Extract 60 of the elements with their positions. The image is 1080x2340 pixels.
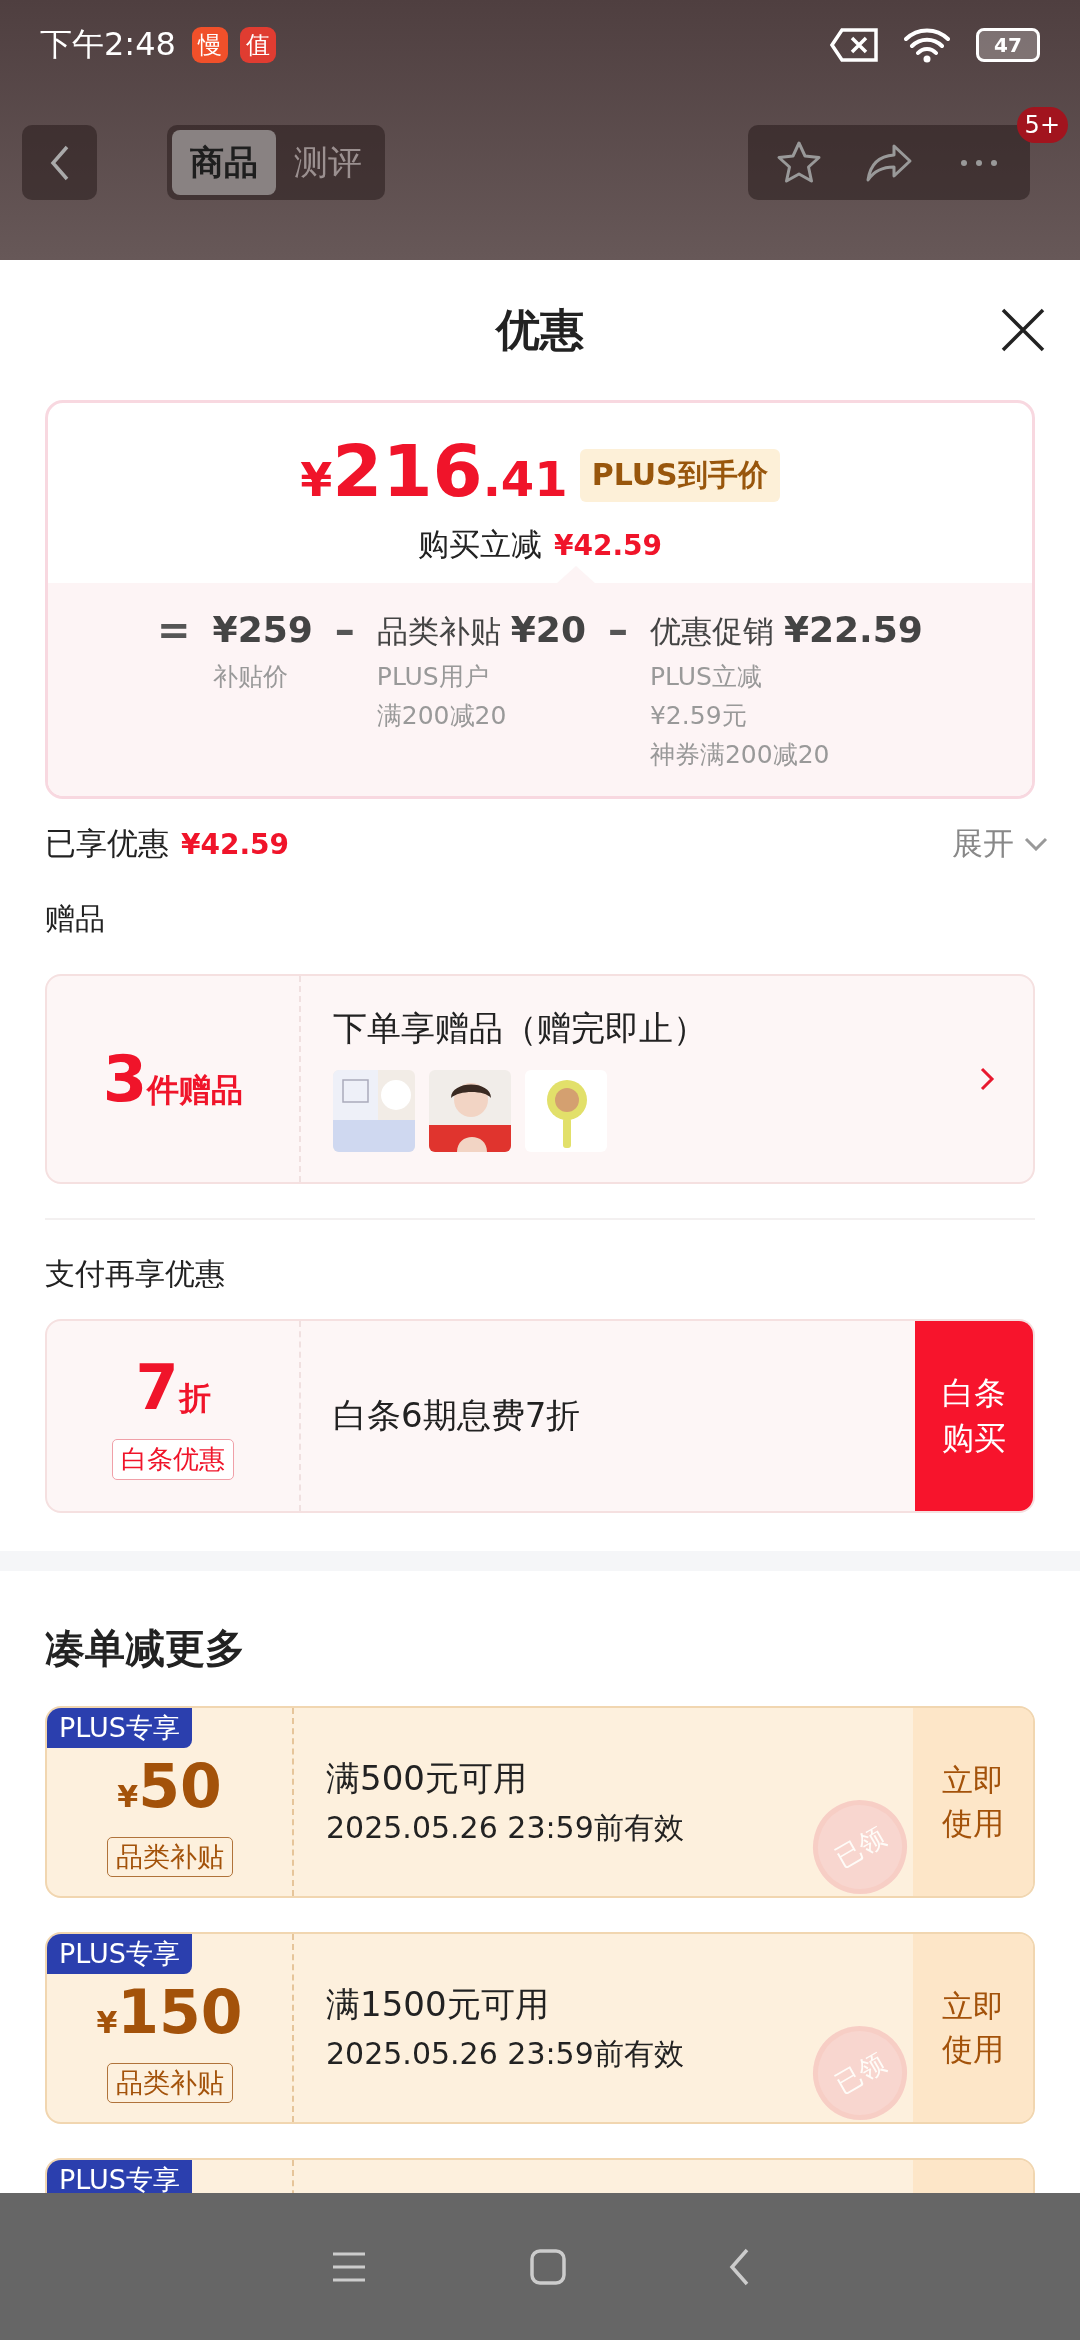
coupon-badge: PLUS专享 [47, 1934, 192, 1974]
gift-count: 3件赠品 [102, 1042, 244, 1116]
coupon-type-tag: 品类补贴 [106, 1836, 233, 1877]
discount-tag: 白条优惠 [112, 1438, 234, 1480]
notification-badge: 5+ [1016, 107, 1068, 143]
breakdown-detail: 满200减20 [376, 700, 508, 732]
breakdown-amount: ¥259 [212, 608, 313, 652]
breakdown-detail: PLUS用户 [376, 661, 490, 693]
home-icon[interactable] [528, 2246, 568, 2287]
enjoyed-amount: ¥42.59 [181, 827, 290, 861]
coupon-condition: 满1500元可用 [326, 1982, 549, 2026]
operator-sign: – [607, 606, 628, 655]
close-icon[interactable] [1000, 307, 1046, 353]
final-price: ¥216.41 [300, 431, 568, 515]
breakdown-amount: ¥20 [510, 608, 586, 652]
wifi-icon [904, 27, 950, 63]
section-heading: 支付再享优惠 [45, 1255, 226, 1293]
price-tag: PLUS到手价 [579, 449, 780, 502]
gift-card[interactable]: 3件赠品 下单享赠品（赠完即止） [45, 974, 1035, 1184]
battery-icon: 47 [976, 28, 1040, 62]
breakdown-title: 优惠促销 [649, 612, 774, 651]
back-button[interactable] [22, 125, 97, 200]
coupon-type-tag: 品类补贴 [106, 2062, 233, 2103]
use-now-button[interactable]: 立即使用 [913, 1708, 1033, 1896]
app-notification-icon: 值 [239, 27, 276, 63]
breakdown-amount: ¥22.59 [783, 608, 923, 652]
use-now-button[interactable]: 立即使用 [913, 1934, 1033, 2122]
coupon-validity: 2025.05.26 23:59前有效 [326, 1808, 684, 1847]
sheet-title: 优惠 [496, 302, 584, 357]
buy-button[interactable]: 白条购买 [915, 1321, 1033, 1511]
operator-sign: = [157, 606, 191, 655]
discount-value: 7折 [135, 1352, 211, 1426]
tab[interactable]: 测评 [276, 130, 380, 195]
section-heading: 赠品 [45, 900, 106, 938]
breakdown-detail: 神券满200减20 [649, 739, 831, 771]
app-notification-icon: 慢 [191, 27, 228, 63]
coupon-condition: 满500元可用 [326, 1756, 527, 1800]
status-time: 下午2:48 [40, 24, 176, 65]
tab[interactable]: 商品 [172, 130, 276, 195]
operator-sign: – [334, 606, 355, 655]
coupon-badge: PLUS专享 [47, 2160, 192, 2193]
savings-label: 购买立减 [417, 525, 542, 564]
offer-text: 白条6期息费7折 [332, 1394, 582, 1437]
breakdown-detail: PLUS立减 [649, 661, 763, 693]
breakdown-detail: ¥2.59元 [649, 700, 748, 732]
coupon-validity: 2025.05.26 23:59前有效 [326, 2034, 684, 2073]
savings-amount: ¥42.59 [553, 529, 663, 562]
chevron-left-icon [48, 143, 71, 182]
chevron-down-icon [1024, 837, 1048, 851]
coupon-amount: ¥150 [96, 1979, 243, 2049]
no-sim-icon [830, 28, 880, 62]
coupon-badge: PLUS专享 [47, 1708, 192, 1748]
expand-toggle[interactable]: 展开 [952, 823, 1048, 865]
breakdown-title: 品类补贴 [376, 612, 501, 651]
breakdown-detail: 补贴价 [212, 661, 289, 693]
coupon-amount: ¥50 [117, 1753, 222, 1823]
enjoyed-label: 已享优惠 [45, 824, 169, 863]
gift-title: 下单享赠品（赠完即止） [333, 1007, 708, 1050]
section-heading: 凑单减更多 [45, 1624, 246, 1673]
chevron-right-icon [979, 1066, 995, 1092]
